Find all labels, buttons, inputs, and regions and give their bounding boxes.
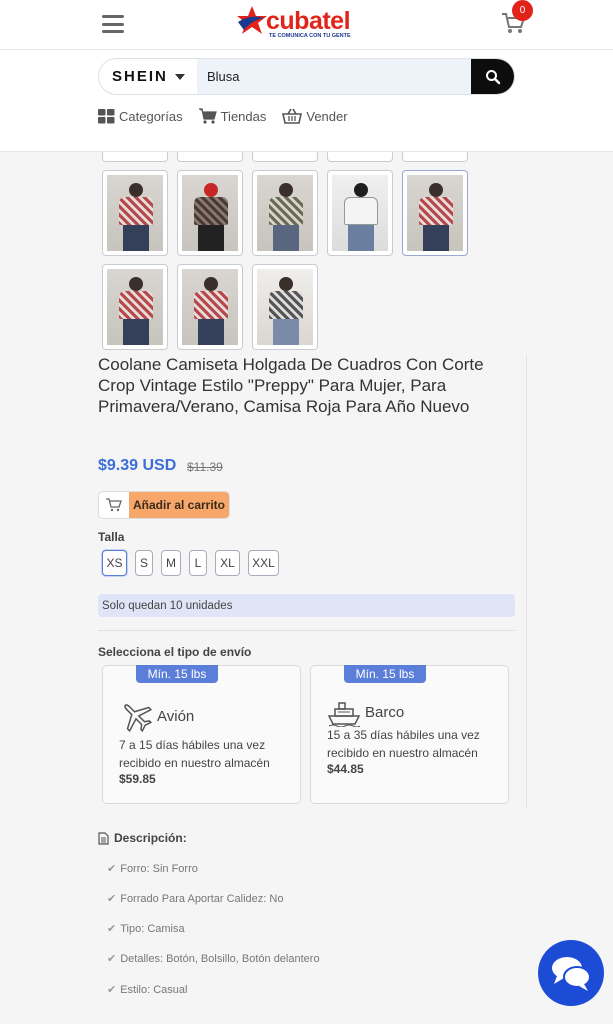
product-old-price: $11.39 (187, 460, 223, 474)
basket-icon (282, 108, 303, 124)
product-image (257, 269, 313, 345)
thumbnail[interactable] (327, 152, 393, 162)
thumbnail[interactable] (177, 152, 243, 162)
description-title: Descripción: (98, 831, 187, 845)
search-icon (486, 69, 501, 84)
shipping-type-label: Selecciona el tipo de envío (98, 645, 252, 659)
size-option-xs[interactable]: XS (102, 550, 127, 576)
search-input[interactable] (197, 59, 471, 94)
logo[interactable]: cubatel TE COMUNICA CON TU GENTE (236, 4, 366, 44)
add-to-cart-label: Añadir al carrito (129, 492, 229, 518)
size-option-s[interactable]: S (135, 550, 153, 576)
feature-item: ✔ Detalles: Botón, Bolsillo, Botón delant… (107, 952, 320, 966)
size-options: XS S M L XL XXL (102, 550, 279, 576)
airplane-icon (124, 704, 153, 733)
size-option-xxl[interactable]: XXL (248, 550, 279, 576)
feature-text: Tipo: Camisa (120, 922, 185, 935)
thumbnail[interactable] (327, 170, 393, 256)
nav-links: Categorías Tiendas Vender (98, 106, 348, 126)
check-icon: ✔ (107, 923, 117, 935)
thumbnail[interactable] (252, 264, 318, 350)
thumbnail[interactable] (252, 170, 318, 256)
shipping-option-desc: 7 a 15 días hábiles una vez recibido en … (119, 738, 270, 770)
top-bar: cubatel TE COMUNICA CON TU GENTE 0 (0, 0, 613, 50)
menu-icon[interactable] (102, 15, 124, 33)
cart-count-badge: 0 (512, 0, 533, 21)
shipping-option-plane[interactable]: Mín. 15 lbs Avión 7 a 15 días hábiles un… (102, 665, 301, 804)
shopping-cart-icon (198, 108, 217, 124)
product-image (332, 175, 388, 251)
product-image (182, 175, 238, 251)
logo-star-icon (237, 6, 267, 34)
add-to-cart-button[interactable]: Añadir al carrito (98, 491, 230, 519)
search-zone: SHEIN Categorías Tiendas (0, 50, 613, 152)
feature-item: ✔ Forrado Para Aportar Calidez: No (107, 892, 284, 906)
size-option-xl[interactable]: XL (215, 550, 240, 576)
thumbnail[interactable] (252, 152, 318, 162)
document-icon (98, 831, 109, 845)
check-icon: ✔ (107, 984, 117, 996)
chat-button[interactable] (538, 940, 604, 1006)
min-weight-badge: Mín. 15 lbs (344, 665, 426, 683)
check-icon: ✔ (107, 863, 117, 875)
nav-categories-label: Categorías (119, 108, 183, 124)
shipping-option-desc: 15 a 35 días hábiles una vez recibido en… (327, 728, 480, 760)
description-title-label: Descripción: (114, 831, 187, 845)
store-selector[interactable]: SHEIN (112, 68, 168, 85)
chat-bubbles-icon (552, 957, 591, 991)
feature-text: Forrado Para Aportar Calidez: No (120, 892, 284, 905)
divider (98, 630, 515, 631)
nav-sell-label: Vender (306, 108, 348, 124)
shipping-option-ship[interactable]: Mín. 15 lbs Barco 15 a 35 días hábiles u… (310, 665, 509, 804)
feature-text: Estilo: Casual (120, 983, 188, 996)
thumbnail[interactable] (177, 170, 243, 256)
feature-text: Forro: Sin Forro (120, 862, 198, 875)
stock-notice: Solo quedan 10 unidades (98, 594, 515, 617)
thumbnail[interactable] (102, 170, 168, 256)
shipping-option-name: Barco (365, 704, 405, 721)
shipping-option-name: Avión (157, 708, 195, 725)
size-option-l[interactable]: L (189, 550, 207, 576)
nav-sell[interactable]: Vender (282, 106, 348, 126)
feature-item: ✔ Forro: Sin Forro (107, 862, 198, 876)
search-bar: SHEIN (98, 58, 515, 95)
thumbnail-selected[interactable] (402, 170, 468, 256)
shipping-option-cost: $59.85 (119, 772, 156, 786)
size-label: Talla (98, 530, 125, 544)
product-image (107, 175, 163, 251)
nav-categories[interactable]: Categorías (98, 106, 183, 126)
cart-icon (99, 492, 129, 518)
logo-text: cubatel (266, 7, 351, 35)
product-image (407, 175, 463, 251)
thumbnail[interactable] (402, 152, 468, 162)
product-title: Coolane Camiseta Holgada De Cuadros Con … (98, 355, 484, 416)
feature-item: ✔ Estilo: Casual (107, 983, 188, 997)
nav-stores[interactable]: Tiendas (198, 106, 267, 126)
thumbnail[interactable] (177, 264, 243, 350)
grid-icon (98, 108, 115, 123)
check-icon: ✔ (107, 953, 117, 965)
divider-vertical (526, 355, 527, 808)
size-option-m[interactable]: M (161, 550, 181, 576)
shipping-option-cost: $44.85 (327, 762, 364, 776)
search-button[interactable] (471, 59, 514, 94)
product-image (257, 175, 313, 251)
check-icon: ✔ (107, 893, 117, 905)
logo-tagline: TE COMUNICA CON TU GENTE (269, 33, 351, 39)
product-image (182, 269, 238, 345)
product-price: $9.39 USD (98, 457, 177, 474)
thumbnail[interactable] (102, 152, 168, 162)
feature-text: Detalles: Botón, Bolsillo, Botón delante… (120, 952, 320, 965)
nav-stores-label: Tiendas (220, 108, 267, 124)
thumbnail[interactable] (102, 264, 168, 350)
feature-item: ✔ Tipo: Camisa (107, 922, 185, 936)
min-weight-badge: Mín. 15 lbs (136, 665, 218, 683)
chevron-down-icon[interactable] (175, 74, 185, 80)
product-image (107, 269, 163, 345)
ship-icon (327, 702, 361, 727)
